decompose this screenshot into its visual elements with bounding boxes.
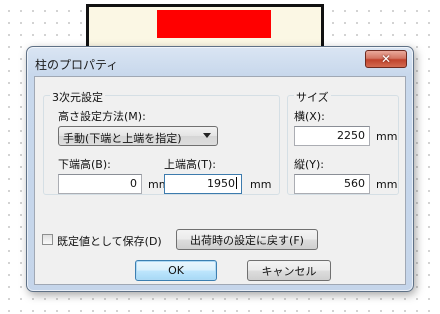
bottom-height-input[interactable]: 0 (58, 174, 142, 194)
top-height-label: 上端高(T): (164, 158, 217, 171)
top-height-input[interactable]: 1950 (164, 174, 242, 194)
canvas-selection-highlight (157, 10, 271, 38)
group-3d-settings: 3次元設定 高さ設定方法(M): 手動(下端と上端を指定) 下端高(B): 0 … (43, 89, 280, 195)
dialog-body: 3次元設定 高さ設定方法(M): 手動(下端と上端を指定) 下端高(B): 0 … (34, 76, 406, 285)
depth-input[interactable]: 560 (294, 174, 370, 194)
height-method-label: 高さ設定方法(M): (58, 110, 146, 123)
bottom-height-label: 下端高(B): (58, 158, 111, 171)
width-label: 横(X): (294, 110, 325, 123)
dialog-title: 柱のプロパティ (35, 58, 119, 72)
depth-label: 縦(Y): (294, 158, 325, 171)
group-size: サイズ 横(X): 2250 mm 縦(Y): 560 mm (287, 89, 399, 195)
height-method-select[interactable]: 手動(下端と上端を指定) (58, 126, 218, 146)
save-default-label[interactable]: 既定値として保存(D) (57, 233, 162, 249)
reset-factory-button[interactable]: 出荷時の設定に戻す(F) (176, 229, 318, 250)
ok-button[interactable]: OK (135, 260, 217, 281)
close-icon: ✕ (380, 52, 392, 66)
group-size-legend: サイズ (294, 89, 331, 105)
close-button[interactable]: ✕ (365, 50, 407, 68)
width-input[interactable]: 2250 (294, 126, 370, 146)
group-3d-legend: 3次元設定 (50, 89, 105, 105)
width-unit: mm (376, 130, 398, 143)
cancel-button[interactable]: キャンセル (247, 260, 331, 281)
height-method-value: 手動(下端と上端を指定) (63, 132, 182, 145)
column-properties-dialog: 柱のプロパティ ✕ 3次元設定 高さ設定方法(M): 手動(下端と上端を指定) … (26, 46, 414, 292)
depth-unit: mm (376, 178, 398, 191)
chevron-down-icon (203, 133, 211, 138)
top-height-unit: mm (250, 178, 272, 191)
text-caret (236, 177, 237, 189)
save-default-checkbox[interactable] (42, 234, 53, 245)
